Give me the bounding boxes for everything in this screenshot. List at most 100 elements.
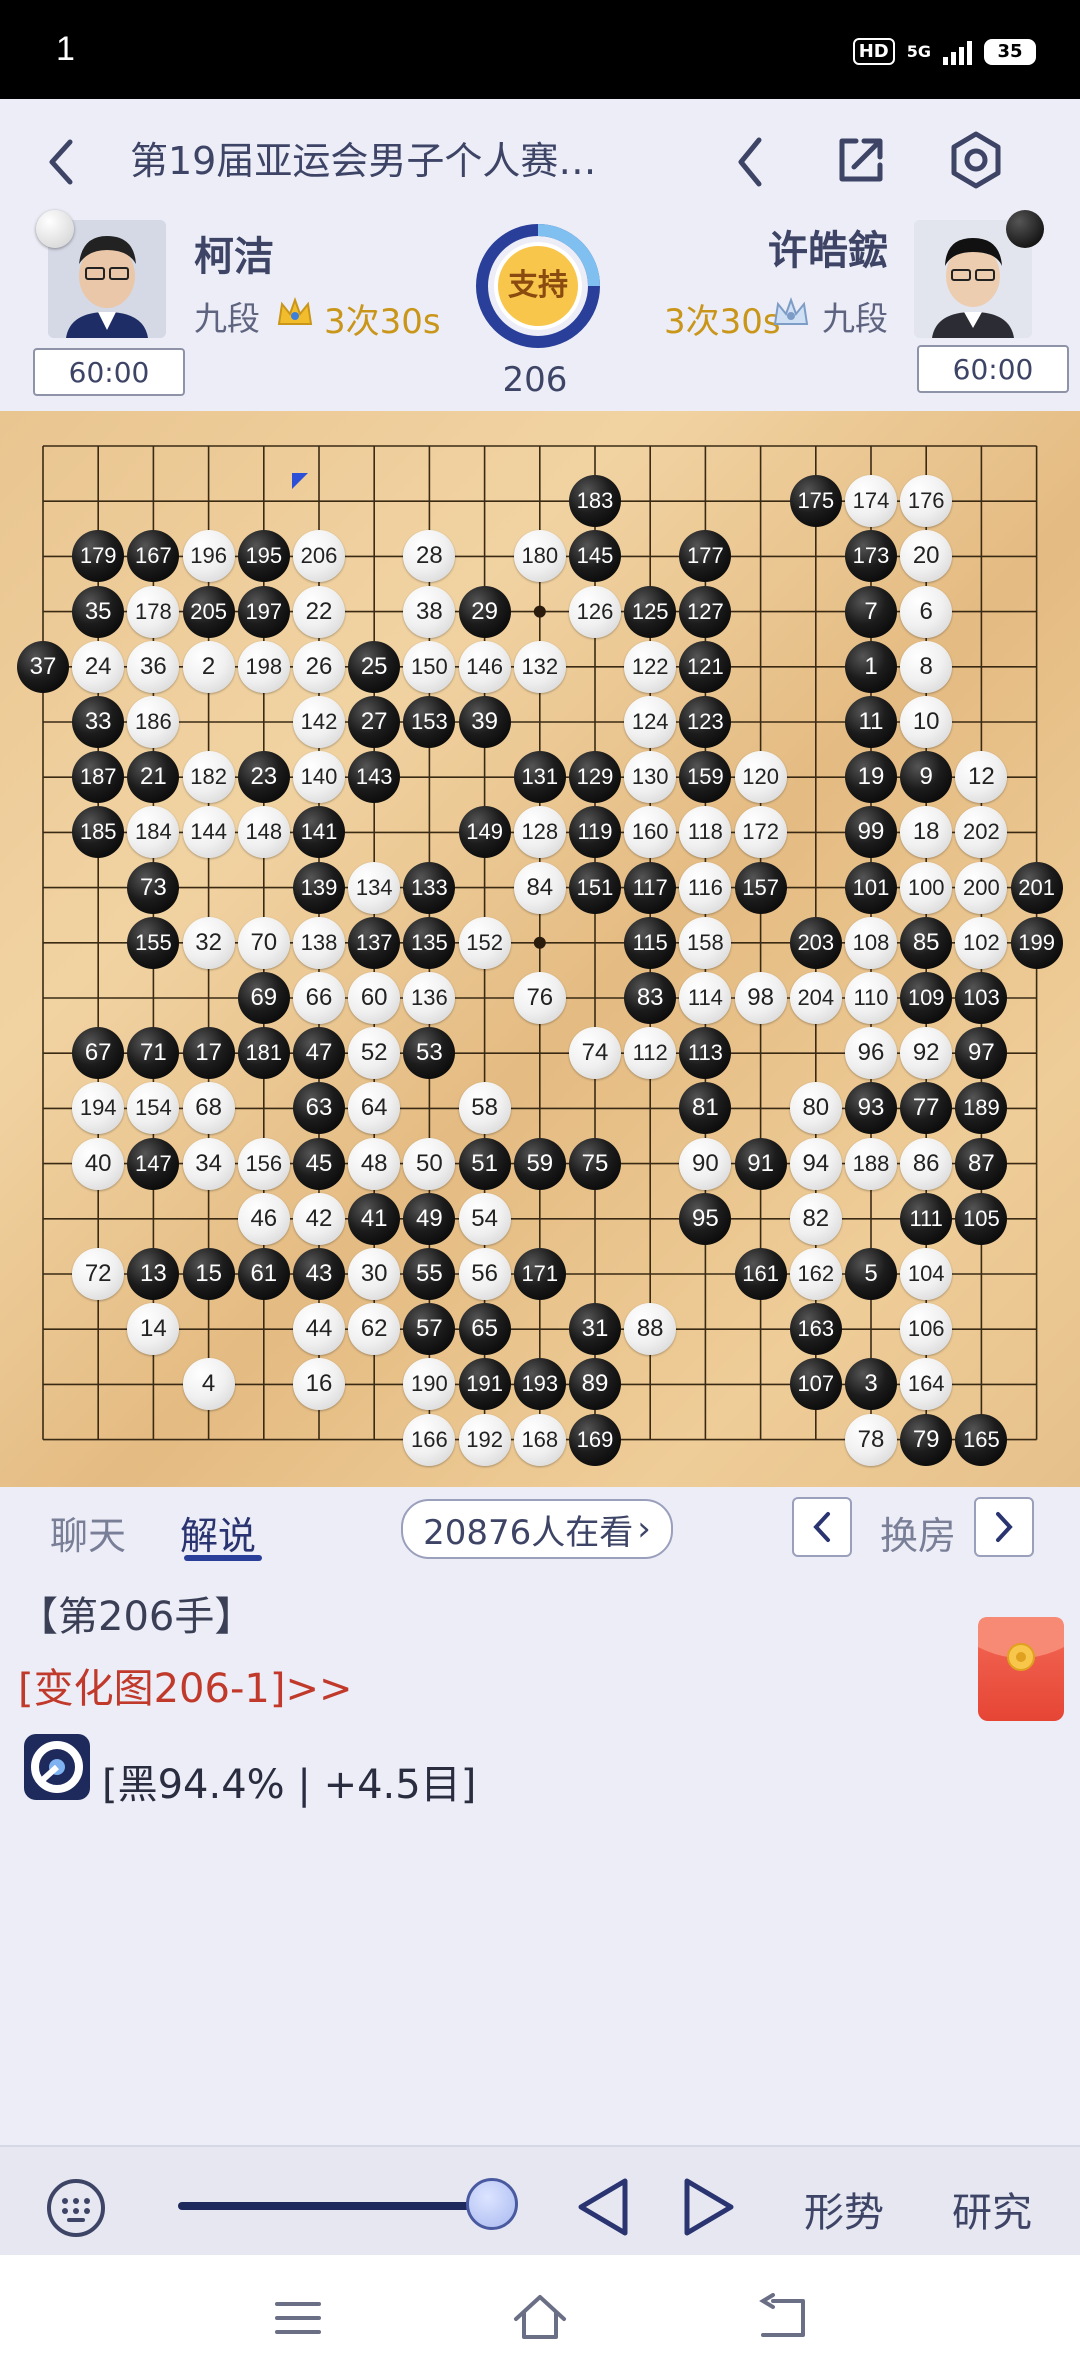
go-board[interactable]: 183 175 174 176 179 167 196 195 206 28 180 145 177 17… [0,411,1080,1487]
settings-button[interactable] [944,126,1008,194]
black-stone: 59 [513,1137,566,1190]
black-stone: 173 [845,530,897,583]
tab-chat[interactable]: 聊天 [50,1505,126,1560]
white-stone: 46 [237,1192,290,1245]
star-point [533,605,546,618]
white-stone: 136 [403,972,456,1024]
clock-time: 1 [56,30,75,68]
black-stone: 43 [293,1248,345,1300]
black-stone: 201 [1010,861,1063,914]
signal-5g-label: 5G [906,42,931,61]
black-stone: 75 [569,1137,621,1190]
black-stone: 199 [1010,916,1063,969]
black-stone: 117 [624,861,677,914]
black-stone: 169 [569,1413,621,1466]
white-stone: 152 [458,916,511,969]
support-button[interactable]: 支持 [474,222,602,350]
left-player-byoyomi: 3次30s [324,302,441,342]
white-stone: 162 [789,1248,842,1300]
back-button[interactable] [36,132,86,192]
white-stone: 166 [403,1413,456,1466]
white-stone: 92 [900,1027,953,1080]
keyboard-button[interactable] [44,2176,108,2240]
white-stone: 50 [403,1137,456,1190]
black-stone: 197 [237,585,290,638]
study-button[interactable]: 研究 [952,2180,1032,2238]
move-slider-handle[interactable] [466,2178,518,2230]
previous-move-button[interactable] [570,2172,636,2242]
white-stone: 22 [293,585,345,638]
switch-room-label[interactable]: 换房 [880,1505,956,1560]
red-envelope-icon [978,1617,1064,1671]
black-stone: 7 [845,585,897,638]
chevron-left-icon [813,1512,830,1542]
recent-apps-button[interactable] [268,2293,328,2343]
white-stone: 120 [734,751,787,804]
black-stone: 91 [734,1137,787,1190]
position-analysis-button[interactable]: 形势 [804,2180,884,2238]
prev-room-button[interactable] [792,1497,852,1557]
white-stone: 106 [900,1303,953,1356]
white-stone: 150 [403,640,456,693]
ai-evaluation: [黑94.4% | +4.5目] [102,1762,477,1808]
black-stone: 135 [403,916,456,969]
white-stone: 172 [734,806,787,859]
red-packet-button[interactable] [978,1617,1064,1721]
white-stone: 148 [237,806,290,859]
black-stone: 55 [403,1248,456,1300]
viewers-label: 20876人在看 [423,1512,634,1553]
white-stone: 128 [513,806,566,859]
triangle-right-icon [684,2178,734,2236]
return-icon [759,2293,805,2337]
white-stone: 56 [458,1248,511,1300]
white-stone: 66 [293,972,345,1024]
black-stone: 3 [845,1358,897,1411]
white-stone: 178 [127,585,180,638]
last-move-marker [292,473,308,489]
variation-link[interactable]: [变化图206-1]>> [18,1656,352,1714]
black-stone: 107 [789,1358,842,1411]
black-stone: 15 [182,1248,235,1300]
white-stone-indicator [36,210,74,248]
black-stone: 37 [17,640,69,693]
white-stone: 26 [293,640,345,693]
black-stone: 109 [900,972,953,1024]
black-stone: 147 [127,1137,180,1190]
black-stone: 125 [624,585,677,638]
black-stone: 119 [569,806,621,859]
black-stone: 61 [237,1248,290,1300]
white-stone: 16 [293,1358,345,1411]
white-stone: 80 [789,1082,842,1135]
white-stone: 42 [293,1192,345,1245]
tab-commentary[interactable]: 解说 [180,1505,256,1560]
next-room-button[interactable] [974,1497,1034,1557]
black-stone: 17 [182,1027,235,1080]
white-stone: 176 [900,475,953,528]
move-slider-track[interactable] [178,2202,494,2210]
hd-icon: HD [852,38,895,65]
black-stone: 79 [900,1413,953,1466]
triangle-left-icon [578,2178,628,2236]
black-stone: 23 [237,751,290,804]
tab-active-underline [184,1555,262,1561]
move-counter: 206 [502,360,568,400]
home-button[interactable] [508,2287,572,2347]
white-stone: 116 [679,861,732,914]
white-stone: 4 [182,1358,235,1411]
system-back-button[interactable] [752,2291,812,2345]
white-stone: 40 [72,1137,125,1190]
next-move-button[interactable] [676,2172,742,2242]
black-stone: 63 [293,1082,345,1135]
white-stone: 84 [513,861,566,914]
white-stone: 156 [237,1137,290,1190]
black-stone: 193 [513,1358,566,1411]
white-stone: 108 [845,916,897,969]
black-stone: 39 [458,696,511,748]
white-stone: 186 [127,696,180,748]
left-player-name: 柯洁 [194,234,274,280]
ai-logo-icon [24,1734,90,1800]
share-button[interactable] [830,128,892,192]
previous-game-button[interactable] [722,130,778,194]
viewers-button[interactable]: 20876人在看 › [401,1499,673,1559]
black-stone: 35 [72,585,125,638]
